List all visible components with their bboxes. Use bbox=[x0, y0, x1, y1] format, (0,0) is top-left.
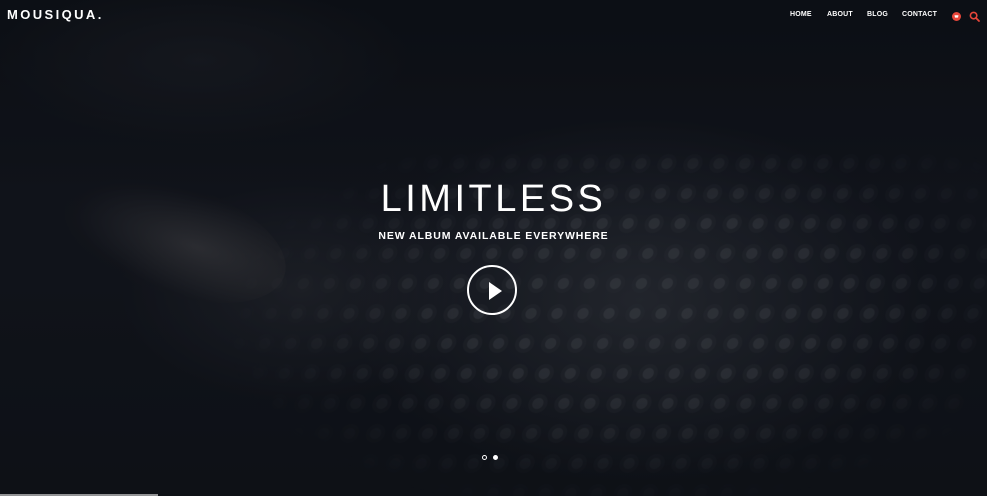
main-nav: HOME ABOUT BLOG CONTACT bbox=[0, 10, 987, 22]
slider-dot-2[interactable] bbox=[493, 455, 498, 460]
play-icon bbox=[489, 282, 502, 300]
play-button[interactable] bbox=[467, 265, 517, 315]
hero-background bbox=[0, 0, 987, 496]
search-icon-glyph bbox=[969, 11, 980, 22]
nav-item-home[interactable]: HOME bbox=[790, 10, 812, 19]
slider-dot-1[interactable] bbox=[482, 455, 487, 460]
hero-subtitle: NEW ALBUM AVAILABLE EVERYWHERE bbox=[378, 230, 609, 242]
search-icon[interactable] bbox=[969, 9, 980, 22]
cart-icon[interactable] bbox=[951, 9, 962, 21]
nav-item-about[interactable]: ABOUT bbox=[827, 10, 853, 19]
nav-item-blog[interactable]: BLOG bbox=[867, 10, 888, 19]
slider-pagination bbox=[482, 455, 502, 461]
cart-icon-glyph bbox=[952, 12, 961, 21]
hero-title: LIMITLESS bbox=[380, 178, 607, 220]
nav-item-contact[interactable]: CONTACT bbox=[902, 10, 937, 19]
hero-overlay bbox=[0, 0, 987, 496]
